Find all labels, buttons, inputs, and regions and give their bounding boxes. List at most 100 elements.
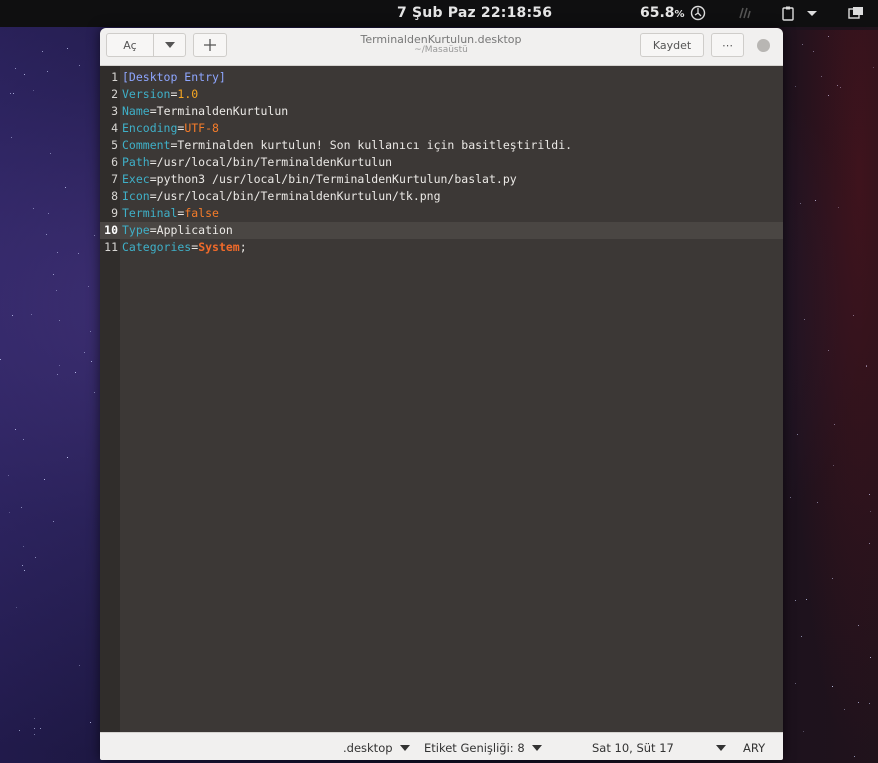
text-editor[interactable]: 1 [Desktop Entry] 2 Version=1.0 3 Name=Termin… — [100, 66, 783, 732]
star — [18, 730, 20, 732]
menu-button[interactable]: ⋯ — [711, 33, 744, 57]
star — [10, 137, 12, 139]
line-number: 5 — [111, 138, 118, 152]
entry-value: python3 /usr/local/bin/TerminaldenKurtul… — [156, 172, 517, 186]
entry-value: /usr/local/bin/TerminaldenKurtulun — [156, 155, 393, 169]
star — [39, 727, 41, 729]
header-bar: Aç TerminaldenKurtulun.desktop ~/Masaüst… — [100, 28, 783, 66]
code-line[interactable]: 10 Type=Application — [100, 222, 783, 239]
status-bar: .desktop Etiket Genişliği: 8 Sat 10, Süt… — [100, 732, 783, 760]
line-number: 6 — [111, 155, 118, 169]
line-number: 9 — [111, 206, 118, 220]
insert-mode-indicator[interactable]: ARY — [743, 741, 765, 755]
clock[interactable]: 7 Şub Paz 22:18:56 — [397, 5, 552, 21]
entry-value: /usr/local/bin/TerminaldenKurtulun/tk.pn… — [156, 189, 441, 203]
power-icon[interactable] — [690, 5, 706, 21]
close-button[interactable] — [757, 39, 770, 52]
entry-terminator: ; — [239, 240, 247, 254]
cursor-position-label: Sat 10, Süt 17 — [592, 741, 674, 755]
line-number: 4 — [111, 121, 118, 135]
chevron-down-icon[interactable] — [804, 5, 820, 21]
cursor-position-selector[interactable]: Sat 10, Süt 17 — [592, 741, 726, 755]
chevron-down-icon — [164, 42, 175, 48]
window-switcher-icon[interactable] — [848, 5, 864, 21]
entry-separator: = — [149, 223, 157, 237]
entry-value: false — [184, 206, 219, 220]
chevron-down-icon — [399, 745, 410, 751]
star — [47, 71, 49, 73]
open-button[interactable]: Aç — [106, 33, 154, 57]
line-number: 1 — [111, 70, 118, 84]
entry-value: Application — [156, 223, 233, 237]
star — [12, 314, 14, 316]
language-label: .desktop — [343, 741, 393, 755]
entry-key: Type — [122, 223, 150, 237]
code-line[interactable]: 6 Path=/usr/local/bin/TerminaldenKurtulun — [100, 154, 783, 171]
editor-window: Aç TerminaldenKurtulun .desktop ~/Masaüst… — [100, 28, 783, 760]
star — [32, 89, 34, 91]
star — [23, 546, 25, 548]
entry-separator: = — [149, 155, 157, 169]
star — [79, 64, 81, 66]
top-panel: 7 Şub Paz 22:18:56 65.8% — [0, 0, 878, 27]
star — [43, 479, 45, 481]
star — [35, 556, 37, 558]
star — [52, 273, 54, 275]
star — [57, 251, 59, 253]
language-selector[interactable]: .desktop — [343, 741, 410, 755]
tab-width-selector[interactable]: Etiket Genişliği: 8 — [424, 741, 542, 755]
star — [42, 51, 44, 53]
star — [24, 74, 26, 76]
line-number: 3 — [111, 104, 118, 118]
chevron-down-icon — [715, 745, 726, 751]
battery-value: 65.8 — [640, 5, 675, 21]
entry-key: Categories — [122, 240, 192, 254]
star — [67, 457, 69, 459]
entry-key: Name — [122, 104, 150, 118]
star — [58, 364, 60, 366]
line-number: 7 — [111, 172, 118, 186]
code-line[interactable]: 8 Icon=/usr/local/bin/TerminaldenKurtulun… — [100, 188, 783, 205]
line-content: Comment=Terminalden kurtulun! Son kullan… — [122, 137, 572, 154]
code-line[interactable]: 7 Exec=python3 /usr/local/bin/Terminalden… — [100, 171, 783, 188]
star — [33, 207, 35, 209]
battery-unit: % — [674, 9, 685, 20]
battery-indicator[interactable]: 65.8% — [640, 5, 685, 21]
line-content: Type=Application — [122, 222, 233, 239]
weather-icon[interactable] — [737, 5, 753, 21]
entry-value: Terminalden kurtulun! Son kullanıcı için… — [177, 138, 573, 152]
star — [57, 373, 59, 375]
star — [48, 212, 50, 214]
code-line[interactable]: 4 Encoding=UTF-8 — [100, 120, 783, 137]
star — [15, 607, 17, 609]
star — [84, 352, 86, 354]
code-line[interactable]: 5 Comment=Terminalden kurtulun! Son kulla… — [100, 137, 783, 154]
open-dropdown-button[interactable] — [153, 33, 186, 57]
star — [89, 331, 91, 333]
entry-key: Comment — [122, 138, 171, 152]
save-button[interactable]: Kaydet — [640, 33, 704, 57]
code-line[interactable]: 3 Name=TerminaldenKurtulun — [100, 103, 783, 120]
line-number: 10 — [104, 223, 118, 237]
new-tab-button[interactable] — [193, 33, 227, 57]
entry-value: TerminaldenKurtulun — [156, 104, 289, 118]
entry-value: UTF-8 — [184, 121, 219, 135]
code-line[interactable]: 2 Version=1.0 — [100, 86, 783, 103]
line-content: Terminal=false — [122, 205, 219, 222]
star — [78, 664, 80, 666]
star — [33, 718, 35, 720]
code-line[interactable]: 9 Terminal=false — [100, 205, 783, 222]
window-subtitle: ~/Masaüstü — [414, 45, 468, 55]
code-line[interactable]: 1 [Desktop Entry] — [100, 69, 783, 86]
line-content: Categories=System; — [122, 239, 247, 256]
star — [23, 570, 25, 572]
code-line[interactable]: 11 Categories=System; — [100, 239, 783, 256]
entry-separator: = — [149, 104, 157, 118]
clipboard-icon[interactable] — [780, 5, 796, 21]
entry-key: Exec — [122, 172, 150, 186]
entry-key: Path — [122, 155, 150, 169]
star — [58, 320, 60, 322]
entry-key: Terminal — [122, 206, 178, 220]
star — [89, 722, 91, 724]
star — [93, 235, 95, 236]
